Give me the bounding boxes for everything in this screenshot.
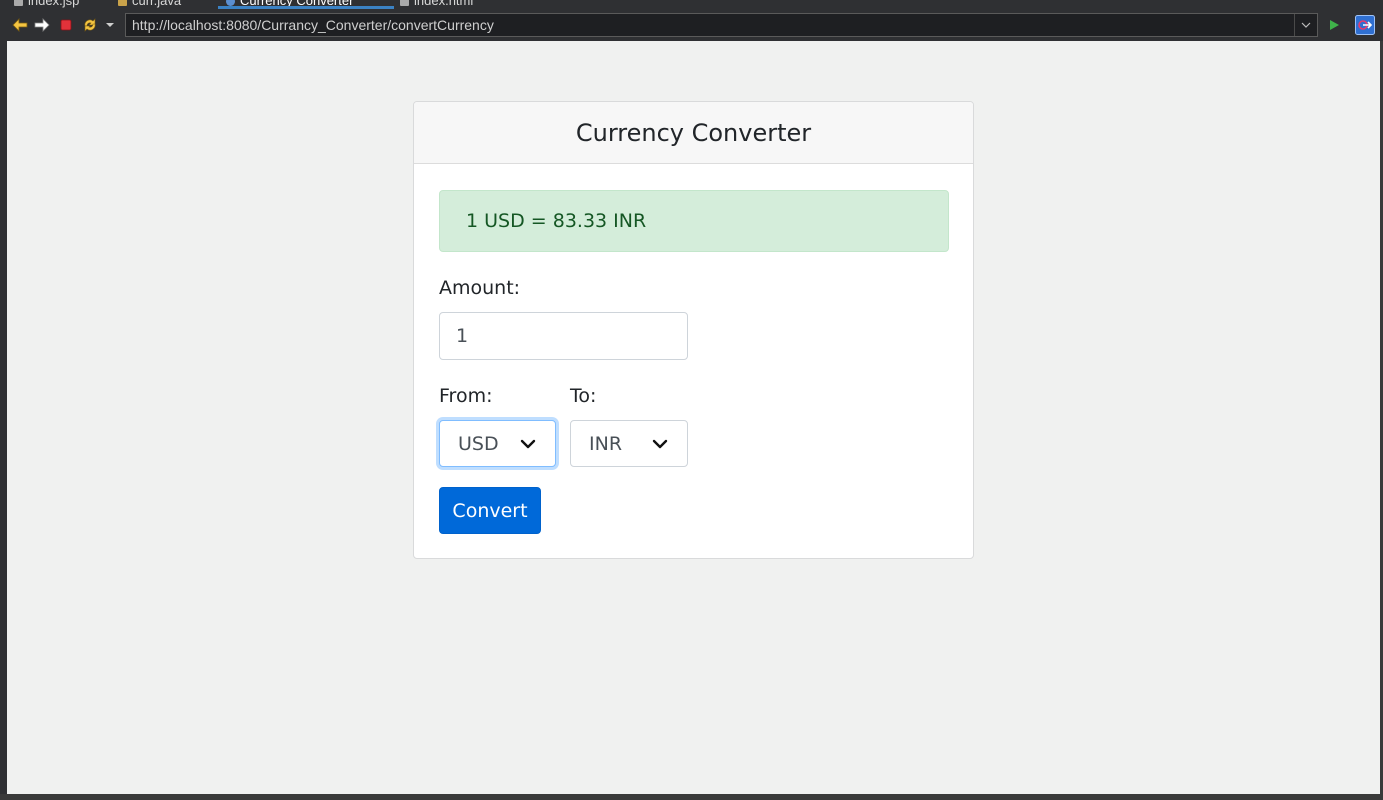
card-header: Currency Converter: [414, 102, 973, 164]
tab-index-jsp[interactable]: index.jsp: [14, 0, 79, 9]
from-label: From:: [439, 385, 493, 407]
dropdown-icon[interactable]: [100, 15, 120, 35]
page-viewport: Currency Converter 1 USD = 83.33 INR Amo…: [7, 41, 1380, 794]
to-label: To:: [570, 385, 597, 407]
stop-icon[interactable]: [56, 15, 76, 35]
active-tab-indicator: [218, 6, 394, 9]
from-currency-select[interactable]: USD: [439, 420, 556, 467]
tab-index-html[interactable]: index.html: [400, 0, 473, 9]
to-currency-value: INR: [589, 432, 623, 455]
converter-card: Currency Converter 1 USD = 83.33 INR Amo…: [413, 101, 974, 559]
java-file-icon: [118, 0, 127, 7]
browser-toolbar: [0, 10, 1383, 42]
conversion-result-alert: 1 USD = 83.33 INR: [439, 190, 949, 252]
to-currency-select[interactable]: INR: [570, 420, 688, 467]
file-icon: [400, 0, 409, 7]
arrow-left-icon[interactable]: [10, 15, 30, 35]
address-bar[interactable]: [125, 13, 1318, 37]
open-external-icon[interactable]: [1355, 15, 1375, 35]
browser-tab-strip: index.jsp curr.java Currency Converter i…: [0, 0, 1383, 10]
tab-curr-java[interactable]: curr.java: [118, 0, 181, 9]
amount-label: Amount:: [439, 277, 521, 299]
conversion-result-text: 1 USD = 83.33 INR: [466, 210, 647, 232]
page-title: Currency Converter: [575, 118, 812, 147]
window-frame-bottom: [0, 794, 1383, 800]
address-input[interactable]: [126, 14, 1303, 36]
play-icon[interactable]: [1324, 15, 1344, 35]
chevron-down-icon: [647, 434, 673, 454]
chevron-down-icon: [515, 434, 541, 454]
refresh-icon[interactable]: [80, 15, 100, 35]
amount-input[interactable]: [439, 312, 688, 360]
file-icon: [14, 0, 23, 7]
from-currency-value: USD: [458, 432, 499, 455]
window-frame-left: [0, 41, 7, 800]
chevron-down-icon[interactable]: [1294, 14, 1317, 36]
convert-button[interactable]: Convert: [439, 487, 541, 534]
arrow-right-icon[interactable]: [32, 15, 52, 35]
